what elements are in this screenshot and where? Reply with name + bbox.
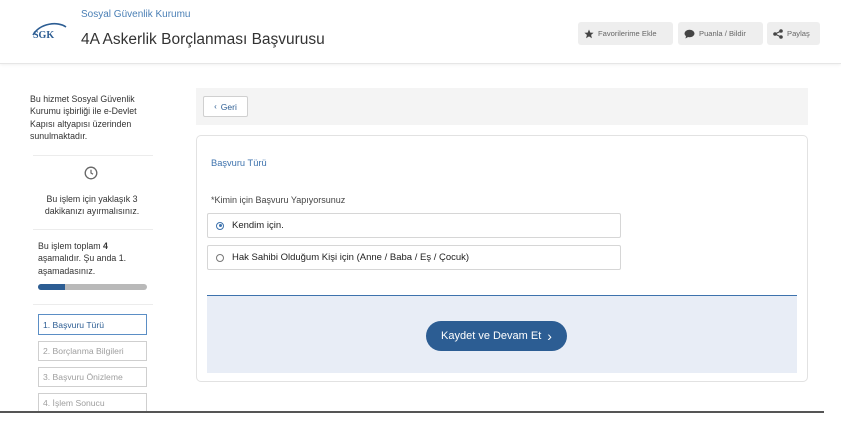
step-basvuru-onizleme[interactable]: 3. Başvuru Önizleme — [38, 367, 147, 387]
rate-label: Puanla / Bildir — [699, 29, 746, 38]
section-title: Başvuru Türü — [211, 158, 267, 168]
stage-info-suffix: aşamalıdır. Şu anda 1. aşamadasınız. — [38, 253, 127, 276]
save-and-continue-label: Kaydet ve Devam Et — [441, 330, 542, 342]
comment-icon — [684, 29, 695, 38]
back-label: Geri — [220, 101, 237, 112]
option-label: Hak Sahibi Olduğum Kişi için (Anne / Bab… — [232, 252, 470, 263]
stage-total: 4 — [103, 241, 108, 251]
favorite-button[interactable]: Favorilerime Ekle — [578, 22, 673, 45]
sidebar-divider — [33, 304, 153, 305]
question-label: *Kimin için Başvuru Yapıyorsunuz — [211, 195, 346, 205]
share-label: Paylaş — [787, 29, 810, 38]
step-islem-sonucu[interactable]: 4. İşlem Sonucu — [38, 393, 147, 413]
option-label: Kendim için. — [232, 220, 284, 231]
option-beneficiary[interactable]: Hak Sahibi Olduğum Kişi için (Anne / Bab… — [207, 245, 621, 270]
time-estimate-text: Bu işlem için yaklaşık 3 dakikanızı ayır… — [44, 194, 140, 217]
share-icon — [773, 28, 783, 39]
option-self[interactable]: Kendim için. — [207, 213, 621, 238]
org-name: Sosyal Güvenlik Kurumu — [81, 9, 191, 20]
step-borclanma-bilgileri[interactable]: 2. Borçlanma Bilgileri — [38, 341, 147, 361]
chevron-left-icon: ‹ — [214, 102, 217, 111]
save-and-continue-button[interactable]: Kaydet ve Devam Et › — [426, 321, 567, 351]
stage-info-prefix: Bu işlem toplam — [38, 241, 104, 251]
progress-fill — [38, 284, 66, 290]
logo-text: SGK — [33, 30, 54, 41]
toolbar — [196, 88, 808, 125]
page-bottom-edge — [0, 411, 824, 413]
progress-bar — [38, 284, 147, 290]
stage-info-text: Bu işlem toplam 4 aşamalıdır. Şu anda 1.… — [38, 240, 150, 277]
sidebar-divider — [33, 155, 153, 156]
star-icon — [584, 29, 594, 38]
rate-button[interactable]: Puanla / Bildir — [678, 22, 763, 45]
chevron-right-icon: › — [547, 328, 552, 344]
service-info-text: Bu hizmet Sosyal Güvenlik Kurumu işbirli… — [30, 94, 137, 141]
step-basvuru-turu[interactable]: 1. Başvuru Türü — [38, 314, 147, 335]
share-button[interactable]: Paylaş — [767, 22, 820, 45]
sgk-logo[interactable]: SGK — [30, 21, 68, 41]
favorite-label: Favorilerime Ekle — [598, 29, 657, 38]
sidebar-divider — [33, 229, 153, 230]
page-title: 4A Askerlik Borçlanması Başvurusu — [81, 31, 325, 48]
clock-icon — [84, 166, 98, 180]
radio-button[interactable] — [216, 253, 224, 262]
back-button[interactable]: ‹ Geri — [203, 96, 248, 117]
radio-button[interactable] — [216, 221, 224, 230]
